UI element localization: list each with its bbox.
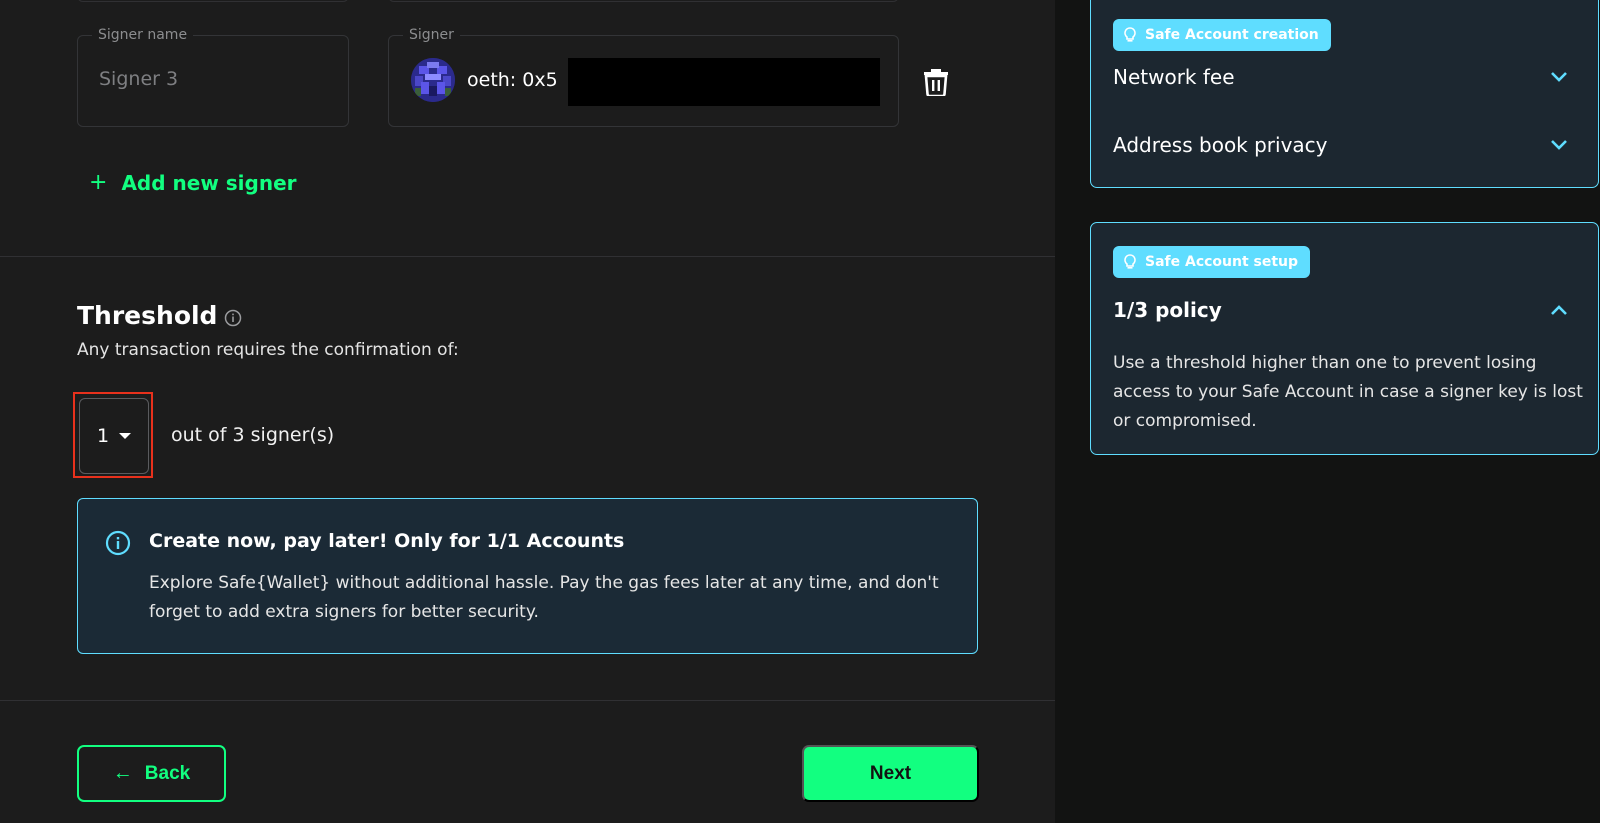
previous-field-edge — [388, 0, 899, 2]
address-book-privacy-accordion[interactable]: Address book privacy — [1113, 133, 1568, 157]
create-safe-form-panel: Signer name Signer 3 Signer oeth: 0x5 + … — [0, 0, 1055, 823]
chevron-down-icon — [1551, 72, 1567, 82]
threshold-out-of-text: out of 3 signer(s) — [171, 424, 335, 446]
plus-icon: + — [89, 170, 108, 195]
arrow-left-icon: ← — [112, 762, 133, 784]
network-fee-accordion[interactable]: Network fee — [1113, 65, 1568, 89]
safe-account-creation-card: Safe Account creation Network fee Addres… — [1090, 0, 1599, 188]
alert-body: Explore Safe{Wallet} without additional … — [149, 573, 939, 622]
delete-signer-icon[interactable] — [922, 66, 950, 98]
footer-divider — [0, 700, 1055, 701]
network-fee-label: Network fee — [1113, 65, 1235, 89]
previous-field-edge — [77, 0, 349, 2]
chip-label: Safe Account creation — [1145, 27, 1319, 43]
lightbulb-icon — [1124, 254, 1136, 269]
info-circle-icon — [105, 530, 131, 556]
signer-address-label: Signer — [403, 27, 460, 43]
policy-accordion[interactable]: 1/3 policy — [1113, 298, 1568, 322]
signer-address-field[interactable]: Signer oeth: 0x5 — [388, 27, 899, 127]
policy-description: Use a threshold higher than one to preve… — [1113, 353, 1583, 431]
info-icon[interactable] — [224, 309, 242, 327]
signer-identicon-avatar — [411, 58, 455, 102]
signer-name-field[interactable]: Signer name Signer 3 — [77, 27, 349, 127]
threshold-select-value: 1 — [97, 425, 110, 447]
next-button-label: Next — [869, 762, 912, 784]
section-divider — [0, 256, 1055, 257]
address-book-privacy-label: Address book privacy — [1113, 133, 1328, 157]
threshold-description: Any transaction requires the confirmatio… — [77, 340, 459, 360]
add-new-signer-button[interactable]: + Add new signer — [89, 170, 297, 195]
add-new-signer-label: Add new signer — [121, 170, 297, 195]
safe-account-setup-chip: Safe Account setup — [1113, 246, 1311, 278]
back-button-label: Back — [144, 762, 191, 784]
chevron-down-icon — [1551, 140, 1567, 150]
threshold-title: Threshold — [77, 301, 218, 330]
pay-later-info-alert: Create now, pay later! Only for 1/1 Acco… — [77, 498, 978, 654]
safe-account-setup-card: Safe Account setup 1/3 policy Use a thre… — [1090, 222, 1599, 455]
caret-down-icon — [119, 433, 132, 439]
signer-name-label: Signer name — [92, 27, 194, 43]
signer-name-placeholder: Signer 3 — [99, 68, 179, 90]
redacted-address — [568, 58, 880, 106]
chip-label: Safe Account setup — [1145, 254, 1299, 270]
policy-title: 1/3 policy — [1113, 298, 1222, 322]
lightbulb-icon — [1124, 27, 1136, 42]
alert-title: Create now, pay later! Only for 1/1 Acco… — [149, 530, 625, 552]
next-button[interactable]: Next — [802, 745, 979, 802]
safe-account-creation-chip: Safe Account creation — [1113, 19, 1331, 51]
chevron-up-icon — [1551, 305, 1567, 315]
threshold-select[interactable]: 1 — [79, 398, 149, 474]
signer-address-text: oeth: 0x5 — [467, 69, 558, 91]
back-button[interactable]: ← Back — [77, 745, 226, 802]
